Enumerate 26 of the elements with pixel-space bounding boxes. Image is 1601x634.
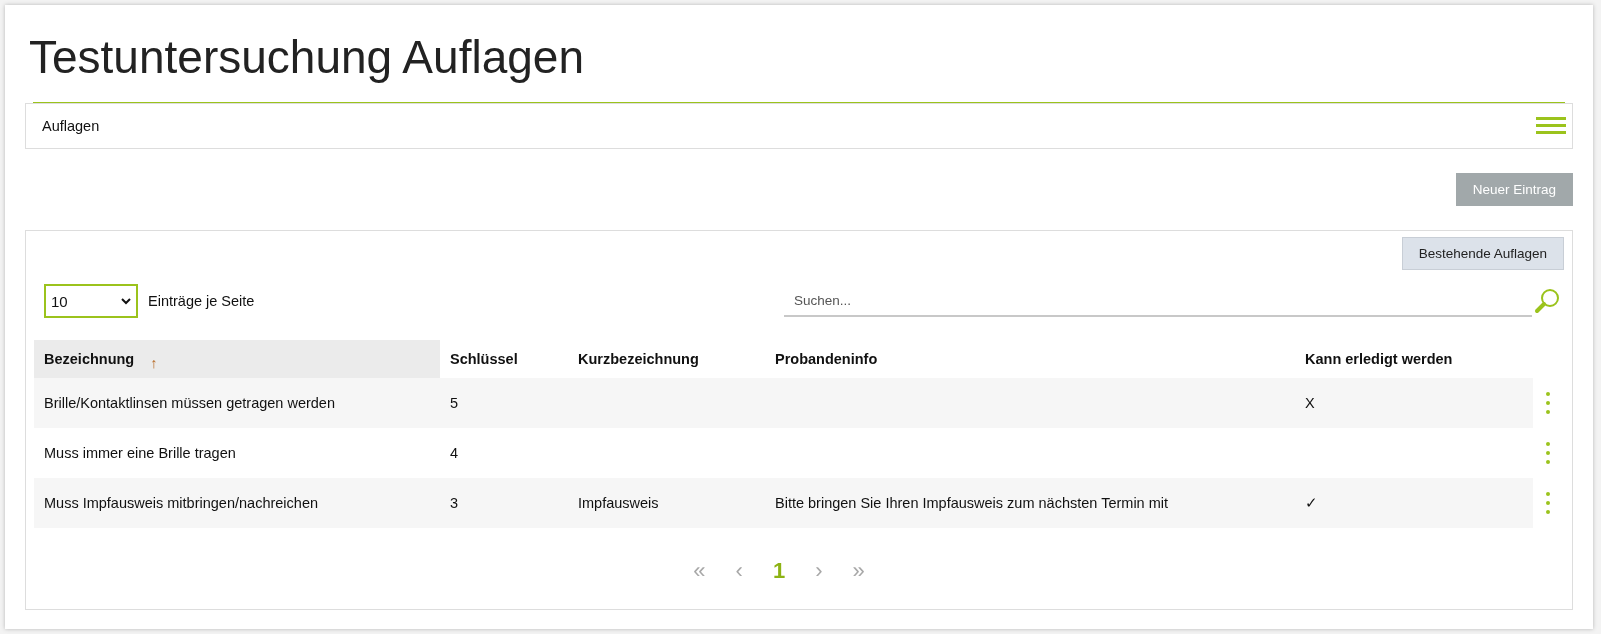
page-size-select[interactable]: 10 bbox=[44, 284, 138, 318]
table-cell: 5 bbox=[450, 395, 459, 411]
table-cell: 4 bbox=[450, 445, 459, 461]
table-cell: Muss immer eine Brille tragen bbox=[44, 445, 236, 461]
table-cell: ✓ bbox=[1305, 495, 1318, 511]
column-header[interactable]: Bezeichnung ↑ bbox=[34, 340, 440, 378]
more-options-icon[interactable] bbox=[1546, 392, 1550, 414]
table-cell: Muss Impfausweis mitbringen/nachreichen bbox=[44, 495, 318, 511]
column-header[interactable]: Kurzbezeichnung bbox=[568, 340, 765, 378]
table-cell: Bitte bringen Sie Ihren Impfausweis zum nächsten Termin mit bbox=[775, 495, 1169, 511]
table-cell: 3 bbox=[450, 495, 459, 511]
search-icon[interactable] bbox=[1534, 288, 1560, 314]
page-size-label: Einträge je Seite bbox=[148, 293, 255, 309]
column-header[interactable]: Probandeninfo bbox=[765, 340, 1295, 378]
existing-conditions-button[interactable]: Bestehende Auflagen bbox=[1401, 237, 1564, 270]
column-header[interactable]: Schlüssel bbox=[440, 340, 568, 378]
table-cell: Impfausweis bbox=[578, 495, 659, 511]
table-cell: X bbox=[1305, 395, 1315, 411]
table-cell: Brille/Kontaktlinsen müssen getragen werden bbox=[44, 395, 335, 411]
page-title: Testuntersuchung Auflagen bbox=[29, 30, 585, 85]
more-options-icon[interactable] bbox=[1546, 442, 1550, 464]
dropdown-caret-icon bbox=[121, 297, 131, 305]
column-header[interactable]: Kann erledigt werden bbox=[1295, 340, 1533, 378]
more-options-icon[interactable] bbox=[1546, 492, 1550, 514]
menu-icon[interactable] bbox=[1536, 116, 1566, 136]
breadcrumb-label: Auflagen bbox=[42, 118, 100, 134]
